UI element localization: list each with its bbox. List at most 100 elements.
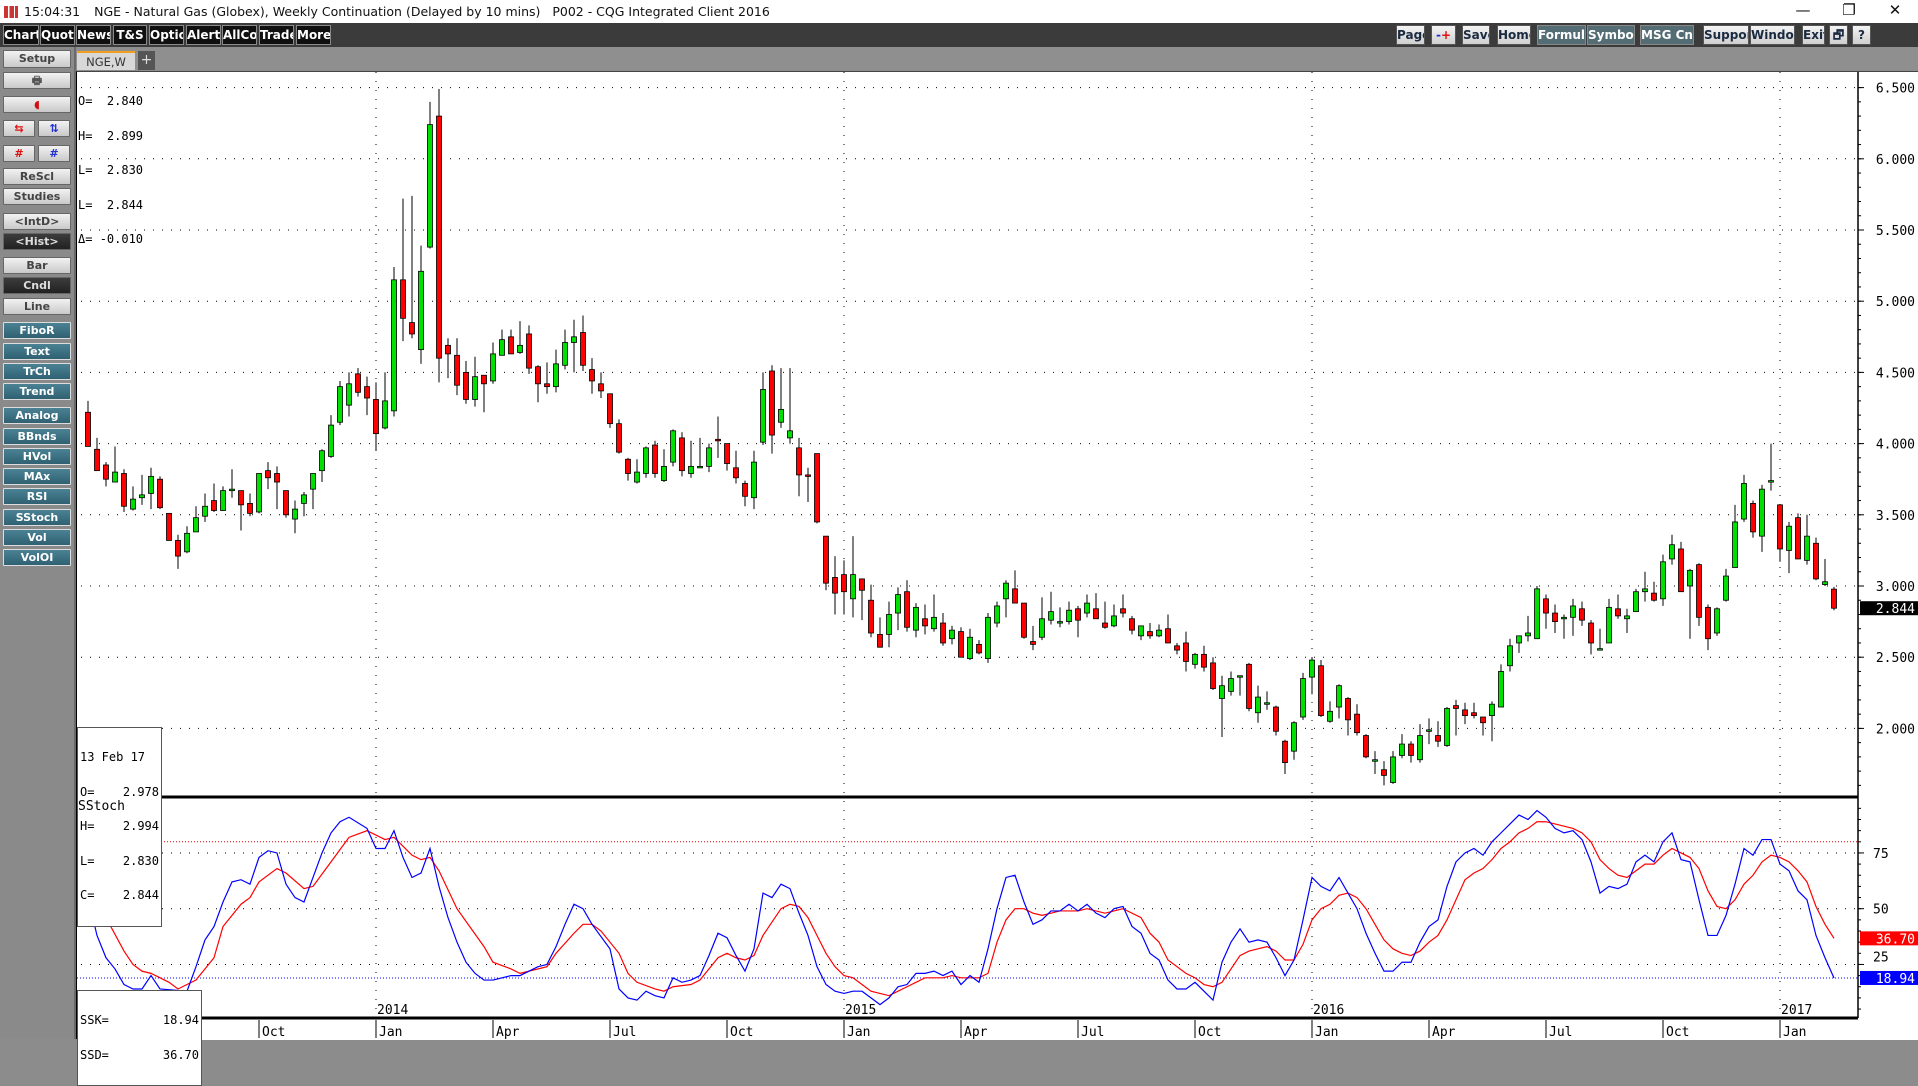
candle-down	[859, 578, 865, 591]
candle-up	[895, 594, 901, 614]
candle-up	[787, 430, 793, 439]
fibor-button[interactable]: FiboR	[3, 322, 71, 339]
month-label: Oct	[1198, 1025, 1221, 1040]
price-axis-label: 2.000	[1876, 722, 1915, 737]
add-tab-button[interactable]: +	[138, 51, 155, 70]
toolbar-options-button[interactable]: Options	[149, 25, 184, 45]
candle-up	[1255, 696, 1261, 714]
restore-layout-button[interactable]: 🗗	[1829, 25, 1848, 45]
bar-date: 13 Feb 17	[80, 750, 146, 764]
last-price-label: 2.844	[1876, 602, 1915, 617]
candle-up	[1228, 678, 1234, 692]
line-chart-button[interactable]: Line	[3, 298, 71, 315]
vol-button[interactable]: Vol	[3, 529, 71, 546]
candle-up	[661, 465, 667, 482]
magnet-button[interactable]: ◖	[3, 96, 71, 113]
candle-up	[1489, 703, 1495, 716]
magnet-icon: ◖	[34, 98, 40, 111]
candle-down	[1831, 588, 1837, 609]
symbols-button[interactable]: Symbols	[1587, 25, 1635, 45]
home-button[interactable]: Home	[1497, 25, 1531, 45]
max-button[interactable]: MAx	[3, 468, 71, 485]
candle-down	[904, 591, 910, 628]
candle-up	[148, 475, 154, 494]
formula-button[interactable]: Formula	[1537, 25, 1586, 45]
candle-down	[1354, 713, 1360, 734]
hvol-button[interactable]: HVol	[3, 448, 71, 465]
candle-up	[292, 508, 298, 520]
candle-up	[1534, 588, 1540, 640]
candle-down	[1210, 662, 1216, 689]
chart-canvas[interactable]: 6.500 6.000 5.500 5.000 4.500 4.000 3.500 3.000…	[77, 72, 1918, 1040]
rescale-button[interactable]: ReScl	[3, 168, 71, 185]
rsi-button[interactable]: RSI	[3, 488, 71, 505]
candle-up	[1444, 708, 1450, 746]
candle-down	[175, 540, 181, 557]
window-button[interactable]: Window	[1750, 25, 1795, 45]
support-button[interactable]: Support	[1703, 25, 1749, 45]
toolbar-news-button[interactable]: News	[76, 25, 111, 45]
candle-up	[706, 447, 712, 467]
candle-up	[1039, 618, 1045, 638]
candle-down	[265, 470, 271, 479]
intraday-button[interactable]: <IntD>	[3, 213, 71, 230]
candle-down	[1552, 612, 1558, 623]
candle-up	[1786, 525, 1792, 551]
candle-chart-button[interactable]: Cndl	[3, 277, 71, 294]
toolbar-more-button[interactable]: More	[296, 25, 331, 45]
change-value: -0.010	[99, 232, 144, 246]
expand-horizontal-button[interactable]: #	[3, 145, 35, 162]
exit-button[interactable]: Exit	[1802, 25, 1825, 45]
toolbar-quote-button[interactable]: Quote	[40, 25, 75, 45]
expand-horizontal-icon: #	[14, 147, 24, 160]
candle-up	[490, 353, 496, 382]
candle-up	[112, 471, 118, 483]
candle-down	[463, 371, 469, 400]
tab-nge-w[interactable]: NGE,W	[77, 51, 135, 70]
candle-down	[508, 336, 514, 355]
candle-up	[1426, 729, 1432, 732]
trch-button[interactable]: TrCh	[3, 363, 71, 380]
candle-down	[481, 374, 487, 385]
trend-button[interactable]: Trend	[3, 383, 71, 400]
chart-area[interactable]: 6.500 6.000 5.500 5.000 4.500 4.000 3.500 3.000…	[76, 71, 1918, 1086]
candle-up	[1606, 606, 1612, 644]
save-button[interactable]: Save	[1462, 25, 1490, 45]
price-axis-label: 5.000	[1876, 295, 1915, 310]
sstoch-button[interactable]: SStoch	[3, 509, 71, 526]
swap-horizontal-button[interactable]: ⇆	[3, 120, 35, 137]
bar-chart-button[interactable]: Bar	[3, 257, 71, 274]
change-label: Δ=	[78, 232, 93, 246]
studies-button[interactable]: Studies	[3, 188, 71, 205]
candle-up	[310, 473, 316, 490]
zoom-minus-plus-button[interactable]: -+	[1431, 25, 1456, 45]
toolbar-allcon-button[interactable]: AllCon	[222, 25, 257, 45]
candle-up	[1498, 671, 1504, 708]
toolbar-trade-button[interactable]: Trade	[259, 25, 294, 45]
setup-button[interactable]: Setup	[3, 50, 71, 68]
voloi-button[interactable]: VolOI	[3, 549, 71, 566]
close-window-button[interactable]: ✕	[1872, 0, 1918, 22]
print-button[interactable]: 🖶	[3, 72, 71, 89]
cursor-ohlc-readout: O= 2.840 H= 2.899 L= 2.830 L= 2.844 Δ= -…	[78, 73, 143, 269]
help-button[interactable]: ?	[1852, 25, 1871, 45]
ssk-label: SSK=	[80, 1013, 109, 1027]
toolbar-chart-button[interactable]: Chart	[3, 25, 39, 45]
candle-down	[1651, 592, 1657, 601]
analog-button[interactable]: Analog	[3, 407, 71, 424]
expand-vertical-button[interactable]: #	[38, 145, 70, 162]
page-button[interactable]: Page	[1396, 25, 1425, 45]
restore-window-button[interactable]: ❐	[1826, 0, 1872, 22]
toolbar-ts-button[interactable]: T&S	[113, 25, 147, 45]
historical-button[interactable]: <Hist>	[3, 233, 71, 250]
bbnds-button[interactable]: BBnds	[3, 428, 71, 445]
minimize-button[interactable]: —	[1780, 0, 1826, 22]
text-tool-button[interactable]: Text	[3, 343, 71, 360]
price-axis-label: 2.500	[1876, 651, 1915, 666]
swap-vertical-button[interactable]: ⇅	[38, 120, 70, 137]
swap-horizontal-icon: ⇆	[14, 122, 24, 135]
toolbar-alert-button[interactable]: Alert	[186, 25, 221, 45]
candle-up	[634, 471, 640, 483]
candle-up	[760, 389, 766, 443]
msg-center-button[interactable]: MSG Cntr	[1640, 25, 1694, 45]
